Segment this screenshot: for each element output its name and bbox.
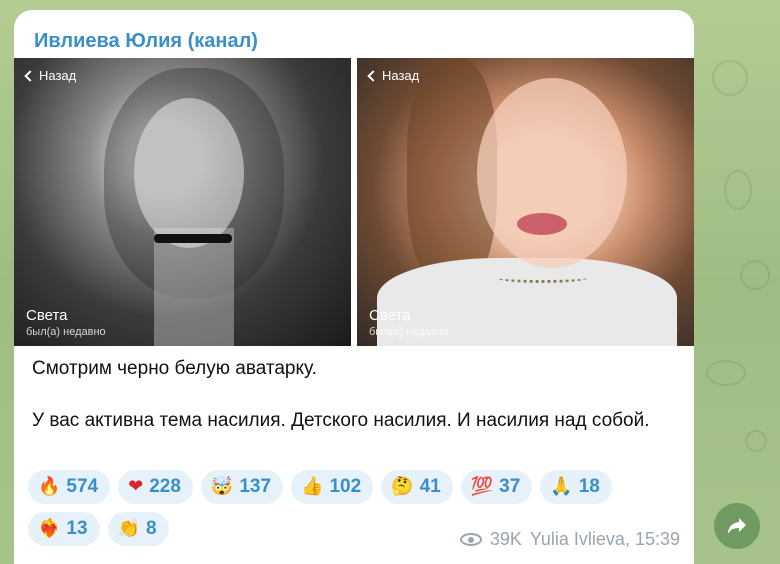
reaction-count: 18 <box>578 476 600 497</box>
exploding-head-icon: 🤯 <box>210 476 234 497</box>
photo-left[interactable]: Назад Света был(а) недавно <box>14 58 351 346</box>
views-count: 39K <box>489 529 522 549</box>
message-bubble: Ивлиева Юлия (канал) Назад Света был(а) … <box>14 10 694 564</box>
contact-info: Света был(а) недавно <box>369 307 449 338</box>
reaction-count: 137 <box>239 476 272 497</box>
message-text: Смотрим черно белую аватарку. У вас акти… <box>32 356 682 434</box>
heart-on-fire-icon: ❤‍🔥 <box>38 518 61 539</box>
reaction-thinking[interactable]: 🤔 41 <box>381 470 453 504</box>
heart-icon: ❤ <box>128 476 144 497</box>
clapping-hands-icon: 👏 <box>117 518 140 539</box>
back-label: Назад <box>39 68 77 83</box>
message-paragraph: У вас активна тема насилия. Детского нас… <box>32 410 650 431</box>
channel-name[interactable]: Ивлиева Юлия (канал) <box>34 30 258 53</box>
reaction-heart-on-fire[interactable]: ❤‍🔥 13 <box>28 512 100 546</box>
reaction-thumbs-up[interactable]: 👍 102 <box>291 470 374 504</box>
author-time: Yulia Ivlieva, 15:39 <box>529 529 680 549</box>
reaction-clapping[interactable]: 👏 8 <box>107 512 169 546</box>
chevron-left-icon <box>367 69 379 82</box>
photo-right[interactable]: Назад Света был(а) недавно <box>357 58 694 346</box>
reaction-heart[interactable]: ❤ 228 <box>118 470 193 504</box>
reaction-count: 102 <box>329 476 362 497</box>
contact-name: Света <box>369 307 411 324</box>
reaction-count: 8 <box>145 518 157 539</box>
reaction-count: 574 <box>66 476 99 497</box>
back-button: Назад <box>365 68 419 83</box>
chevron-left-icon <box>24 69 36 82</box>
reaction-count: 13 <box>66 518 88 539</box>
reaction-count: 228 <box>149 476 181 497</box>
share-button[interactable] <box>714 503 760 549</box>
back-button: Назад <box>22 68 76 83</box>
contact-status: был(а) недавно <box>26 326 106 338</box>
folded-hands-icon: 🙏 <box>550 476 573 497</box>
message-meta: 39K Yulia Ivlieva, 15:39 <box>459 529 680 550</box>
share-arrow-icon <box>728 518 746 534</box>
contact-name: Света <box>26 307 68 324</box>
thinking-face-icon: 🤔 <box>391 476 414 497</box>
back-label: Назад <box>382 68 420 83</box>
contact-info: Света был(а) недавно <box>26 307 106 338</box>
thumbs-up-icon: 👍 <box>301 476 324 497</box>
contact-status: был(а) недавно <box>369 326 449 338</box>
reaction-count: 37 <box>499 476 521 497</box>
fire-icon: 🔥 <box>38 476 61 497</box>
reaction-fire[interactable]: 🔥 574 <box>28 470 111 504</box>
views-eye-icon <box>459 533 482 546</box>
reaction-folded-hands[interactable]: 🙏 18 <box>540 470 612 504</box>
message-paragraph: Смотрим черно белую аватарку. <box>32 358 317 379</box>
reaction-hundred[interactable]: 💯 37 <box>460 470 533 504</box>
reaction-exploding-head[interactable]: 🤯 137 <box>200 470 284 504</box>
reaction-count: 41 <box>419 476 441 497</box>
hundred-icon: 💯 <box>470 476 494 497</box>
